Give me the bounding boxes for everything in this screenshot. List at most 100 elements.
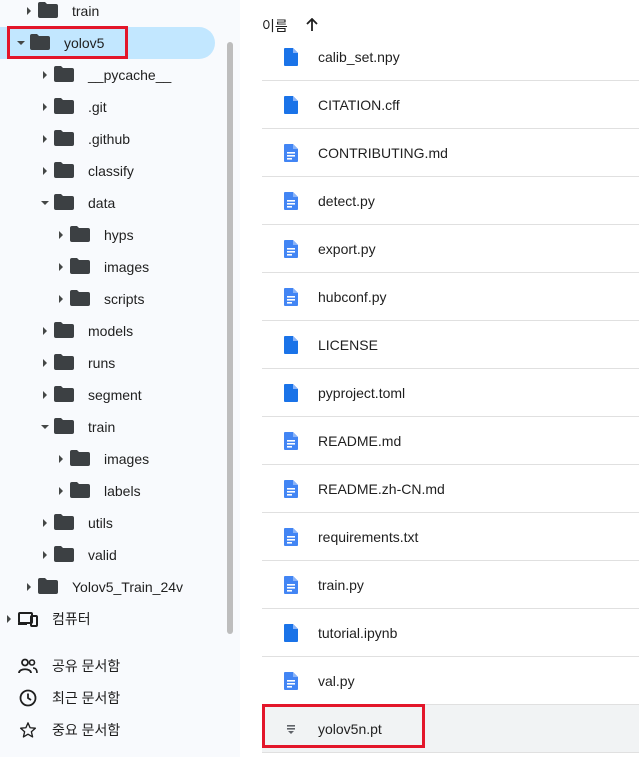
file-name: val.py — [318, 672, 355, 689]
file-row[interactable]: val.py — [262, 657, 639, 705]
file-name: train.py — [318, 576, 364, 593]
computer-icon — [18, 611, 38, 627]
file-row[interactable]: export.py — [262, 225, 639, 273]
doc-icon — [284, 431, 298, 450]
folder-icon — [70, 257, 90, 277]
tree-item-images[interactable]: images — [0, 251, 149, 283]
arrow-up-icon[interactable] — [306, 17, 318, 35]
expand-arrow-icon[interactable] — [38, 516, 52, 530]
tree-item-label: hyps — [104, 227, 134, 243]
collapse-arrow-icon[interactable] — [38, 420, 52, 434]
tree-item-images[interactable]: images — [0, 443, 149, 475]
file-row[interactable]: calib_set.npy — [262, 33, 639, 81]
file-list-panel: 이름 calib_set.npy CITATION.cff CONTRIBUTING… — [240, 0, 639, 757]
expand-arrow-icon[interactable] — [54, 260, 68, 274]
file-row[interactable]: requirements.txt — [262, 513, 639, 561]
tree-item-github[interactable]: .github — [0, 123, 130, 155]
expand-arrow-icon[interactable] — [38, 100, 52, 114]
folder-tree-panel: train yolov5 __pycache__ .git .github classif… — [0, 0, 240, 757]
tree-item-labels[interactable]: labels — [0, 475, 141, 507]
file-row[interactable]: README.md — [262, 417, 639, 465]
starred-label: 중요 문서함 — [52, 722, 121, 738]
file-name: README.md — [318, 432, 402, 449]
tree-item-runs[interactable]: runs — [0, 347, 115, 379]
tree-item-label: data — [88, 195, 116, 211]
expand-arrow-icon[interactable] — [38, 388, 52, 402]
file-row[interactable]: README.zh-CN.md — [262, 465, 639, 513]
tree-item-scripts[interactable]: scripts — [0, 283, 144, 315]
file-icon — [284, 383, 298, 402]
tree-item-segment[interactable]: segment — [0, 379, 142, 411]
folder-icon — [54, 97, 74, 117]
recent-nav-item[interactable]: 최근 문서함 — [0, 682, 120, 714]
expand-arrow-icon[interactable] — [38, 68, 52, 82]
tree-item-models[interactable]: models — [0, 315, 133, 347]
doc-icon — [284, 671, 298, 690]
expand-arrow-icon[interactable] — [38, 324, 52, 338]
doc-icon — [284, 143, 298, 162]
folder-icon — [38, 1, 58, 21]
folder-icon — [54, 129, 74, 149]
expand-arrow-icon[interactable] — [38, 164, 52, 178]
doc-icon — [284, 527, 298, 546]
expand-arrow-icon[interactable] — [22, 4, 36, 18]
tree-item-label: labels — [104, 483, 141, 499]
highlight-box-yolov5 — [7, 26, 128, 59]
file-row[interactable]: hubconf.py — [262, 273, 639, 321]
starred-nav-item[interactable]: 중요 문서함 — [0, 714, 120, 746]
collapse-arrow-icon[interactable] — [38, 196, 52, 210]
doc-icon — [284, 287, 298, 306]
tree-item-classify[interactable]: classify — [0, 155, 134, 187]
tree-item-train[interactable]: train — [0, 0, 99, 27]
tree-item-hyps[interactable]: hyps — [0, 219, 134, 251]
doc-icon — [284, 575, 298, 594]
computer-label: 컴퓨터 — [52, 611, 91, 627]
file-row[interactable]: detect.py — [262, 177, 639, 225]
expand-arrow-icon[interactable] — [38, 548, 52, 562]
folder-icon — [38, 577, 58, 597]
file-name: hubconf.py — [318, 288, 387, 305]
folder-icon — [54, 321, 74, 341]
expand-arrow-icon[interactable] — [38, 356, 52, 370]
file-row[interactable]: CONTRIBUTING.md — [262, 129, 639, 177]
file-name: README.zh-CN.md — [318, 480, 445, 497]
tree-item-yolov5-train-24v[interactable]: Yolov5_Train_24v — [0, 571, 183, 603]
file-row[interactable]: pyproject.toml — [262, 369, 639, 417]
file-name: calib_set.npy — [318, 48, 400, 65]
folder-icon — [70, 481, 90, 501]
folder-icon — [70, 289, 90, 309]
expand-arrow-icon[interactable] — [54, 484, 68, 498]
expand-arrow-icon[interactable] — [54, 452, 68, 466]
computer-nav-item[interactable]: 컴퓨터 — [0, 603, 91, 635]
expand-arrow-icon[interactable] — [54, 292, 68, 306]
shared-nav-item[interactable]: 공유 문서함 — [0, 650, 120, 682]
folder-icon — [54, 161, 74, 181]
file-name: export.py — [318, 240, 376, 257]
tree-item-label: scripts — [104, 291, 145, 307]
file-icon — [284, 47, 298, 66]
file-name: LICENSE — [318, 336, 378, 353]
folder-icon — [70, 225, 90, 245]
file-row[interactable]: tutorial.ipynb — [262, 609, 639, 657]
tree-item-data[interactable]: data — [0, 187, 115, 219]
file-row[interactable]: CITATION.cff — [262, 81, 639, 129]
expand-arrow-icon[interactable] — [54, 228, 68, 242]
file-icon — [284, 95, 298, 114]
tree-item-pycache[interactable]: __pycache__ — [0, 59, 171, 91]
tree-scrollbar[interactable] — [227, 42, 233, 634]
folder-icon — [70, 449, 90, 469]
tree-item-label: .github — [88, 131, 131, 147]
tree-item-label: runs — [88, 355, 116, 371]
folder-icon — [54, 65, 74, 85]
tree-item-train[interactable]: train — [0, 411, 115, 443]
file-row[interactable]: train.py — [262, 561, 639, 609]
file-row[interactable]: LICENSE — [262, 321, 639, 369]
tree-item-valid[interactable]: valid — [0, 539, 117, 571]
expand-arrow-icon[interactable] — [6, 615, 16, 623]
people-icon — [18, 656, 38, 676]
folder-icon — [54, 385, 74, 405]
tree-item-git[interactable]: .git — [0, 91, 107, 123]
tree-item-utils[interactable]: utils — [0, 507, 113, 539]
expand-arrow-icon[interactable] — [22, 580, 36, 594]
expand-arrow-icon[interactable] — [38, 132, 52, 146]
